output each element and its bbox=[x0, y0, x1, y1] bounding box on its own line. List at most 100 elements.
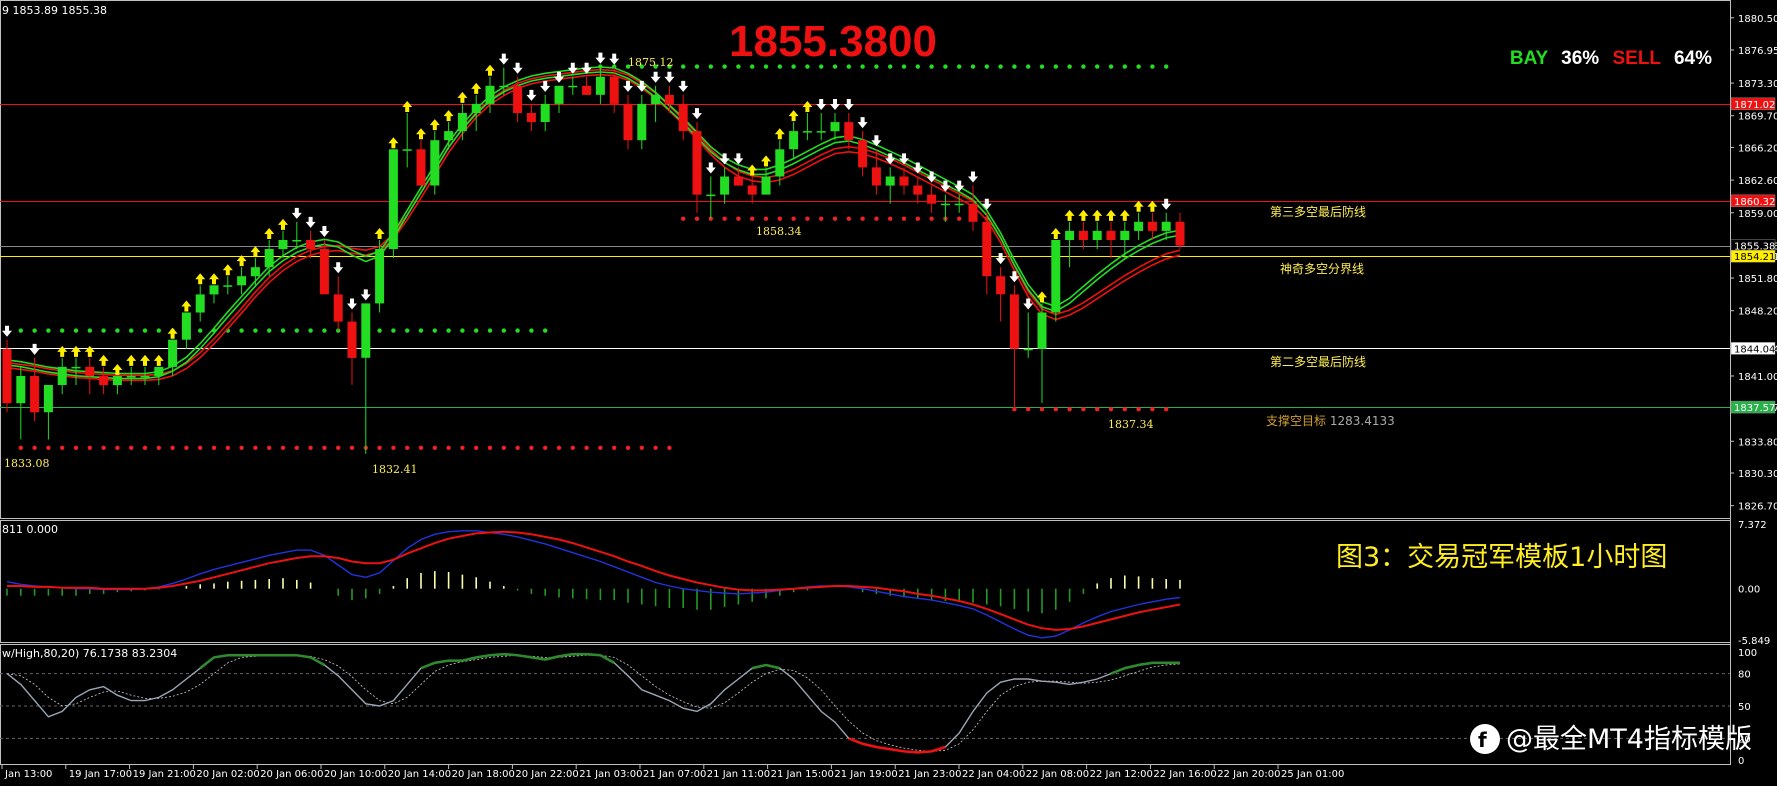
price-tick-label: 1866.20 bbox=[1738, 144, 1777, 155]
time-tick-label: 22 Jan 20:00 bbox=[1217, 769, 1280, 780]
level-dot bbox=[1164, 407, 1169, 412]
candle-body bbox=[1051, 240, 1061, 313]
label-1875: 1875.12 bbox=[628, 56, 674, 69]
time-tick-label: 21 Jan 03:00 bbox=[579, 769, 642, 780]
level-dot bbox=[970, 64, 976, 69]
candle-body bbox=[816, 131, 826, 133]
level-dot bbox=[515, 445, 520, 450]
stoch-zone-segment bbox=[503, 652, 518, 657]
candle-body bbox=[402, 149, 412, 151]
time-tick-label: 20 Jan 18:00 bbox=[452, 769, 515, 780]
level-dot bbox=[405, 445, 410, 450]
candle-body bbox=[651, 94, 661, 104]
level-dot bbox=[543, 328, 548, 333]
level-dot bbox=[1122, 64, 1128, 69]
time-tick-label: 21 Jan 19:00 bbox=[834, 769, 897, 780]
candle-body bbox=[1078, 230, 1088, 240]
level-dot bbox=[750, 216, 755, 221]
level-dot bbox=[280, 445, 286, 450]
candle-body bbox=[968, 203, 978, 222]
candle-body bbox=[692, 131, 702, 195]
time-tick-label: 20 Jan 14:00 bbox=[388, 769, 451, 780]
candle-body bbox=[830, 122, 840, 132]
level-dot bbox=[142, 445, 148, 450]
candle-body bbox=[513, 85, 523, 113]
level-dot bbox=[129, 445, 134, 450]
price-tag-label: 1860.32 bbox=[1734, 197, 1775, 208]
level-dot bbox=[1026, 407, 1031, 412]
level-dot bbox=[1136, 407, 1141, 412]
level-dot bbox=[639, 445, 644, 450]
level-dot bbox=[667, 445, 672, 450]
price-tick-label: 1833.80 bbox=[1738, 437, 1777, 448]
level-dot bbox=[1039, 64, 1045, 69]
level-dot bbox=[253, 445, 258, 450]
level-dot bbox=[267, 328, 272, 333]
macd-tick-label: 0.00 bbox=[1738, 585, 1760, 596]
level-dot bbox=[377, 328, 382, 333]
level-dot bbox=[1081, 64, 1086, 69]
level-dot bbox=[901, 216, 907, 221]
big-price: 1855.3800 bbox=[729, 17, 937, 66]
label-1832: 1832.41 bbox=[372, 463, 418, 476]
level-dot bbox=[1081, 407, 1086, 412]
time-tick-label: 22 Jan 12:00 bbox=[1090, 769, 1153, 780]
level-dot bbox=[225, 445, 230, 450]
candle-body bbox=[347, 321, 357, 358]
level-dot bbox=[115, 445, 120, 450]
level-dot bbox=[377, 445, 382, 450]
level-dot bbox=[156, 328, 161, 333]
level-dot bbox=[87, 445, 93, 450]
candle-body bbox=[747, 185, 757, 195]
time-tick-label: 22 Jan 04:00 bbox=[962, 769, 1025, 780]
ohlc-readout: 9 1853.89 1855.38 bbox=[2, 4, 107, 17]
level-dot bbox=[142, 328, 148, 333]
level-dot bbox=[446, 328, 451, 333]
chart-background bbox=[0, 0, 1777, 786]
candle-body bbox=[292, 240, 302, 242]
candle-body bbox=[1037, 312, 1047, 349]
level-dot bbox=[1067, 64, 1072, 69]
candle-body bbox=[899, 176, 909, 186]
bay-label: BAY bbox=[1510, 48, 1549, 69]
level-dot bbox=[598, 445, 603, 450]
level-dot bbox=[722, 64, 727, 69]
candle-body bbox=[526, 113, 536, 123]
watermark: f @最全MT4指标模版 bbox=[1470, 724, 1752, 755]
time-tick-label: 19 Jan 21:00 bbox=[133, 769, 196, 780]
candle-body bbox=[623, 103, 633, 141]
level-dot bbox=[625, 445, 631, 450]
candle-body bbox=[457, 113, 467, 132]
macd-tick-label: -5.849 bbox=[1738, 636, 1770, 647]
candle-body bbox=[582, 85, 592, 95]
level-dot bbox=[846, 216, 851, 221]
level-dot bbox=[984, 64, 989, 69]
time-tick-label: 21 Jan 15:00 bbox=[771, 769, 834, 780]
level-dot bbox=[515, 328, 520, 333]
level-dot bbox=[832, 216, 838, 221]
watermark-text: @最全MT4指标模版 bbox=[1506, 724, 1752, 755]
price-tag-label: 1844.04 bbox=[1734, 344, 1775, 355]
level-dot bbox=[777, 216, 782, 221]
bay-pct: 36% bbox=[1561, 48, 1599, 69]
candle-body bbox=[568, 85, 578, 88]
candle-body bbox=[664, 94, 674, 104]
level-dot bbox=[487, 328, 493, 333]
candle-body bbox=[319, 249, 329, 295]
level-dot bbox=[87, 328, 93, 333]
time-tick-label: 25 Jan 01:00 bbox=[1281, 769, 1344, 780]
candle-body bbox=[609, 76, 619, 104]
level-dot bbox=[101, 445, 106, 450]
level-dot bbox=[722, 216, 727, 221]
level-dot bbox=[73, 445, 79, 450]
candle-body bbox=[416, 149, 426, 186]
time-tick-label: 20 Jan 02:00 bbox=[196, 769, 259, 780]
time-tick-label: 21 Jan 11:00 bbox=[707, 769, 770, 780]
level-dot bbox=[1053, 407, 1059, 412]
candle-body bbox=[154, 366, 164, 376]
candle-body bbox=[99, 376, 109, 386]
level-dot bbox=[529, 445, 534, 450]
level-dot bbox=[73, 328, 79, 333]
level-dot bbox=[46, 328, 51, 333]
price-tick-label: 1880.50 bbox=[1738, 14, 1777, 25]
